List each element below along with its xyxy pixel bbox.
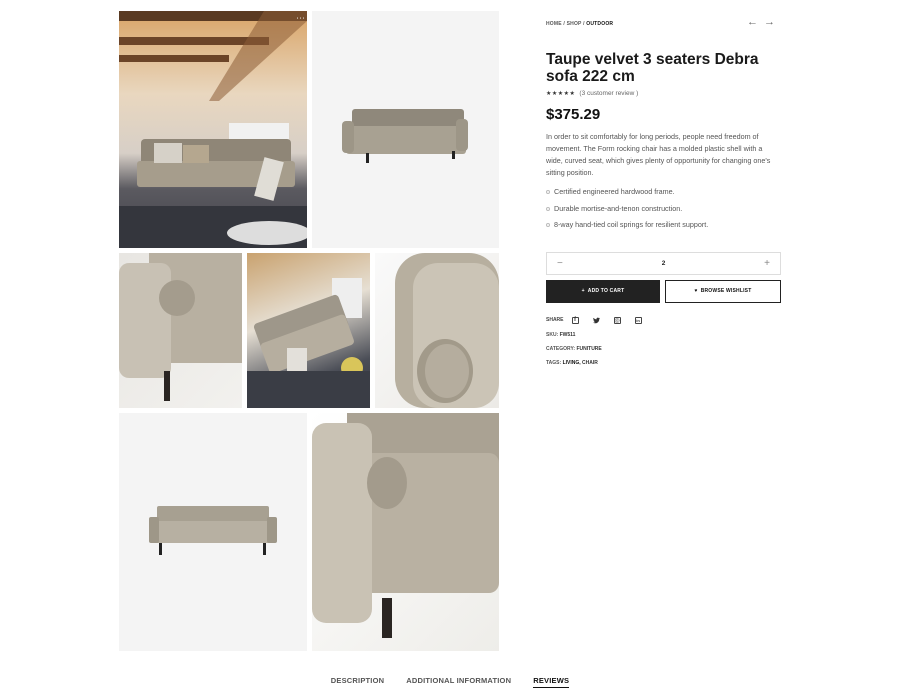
tab-description[interactable]: DESCRIPTION bbox=[331, 676, 384, 688]
tags-row: TAGS: LIVING, CHAIR bbox=[546, 360, 781, 366]
sku-value: FW511 bbox=[559, 331, 576, 338]
product-title: Taupe velvet 3 seaters Debra sofa 222 cm bbox=[546, 51, 759, 85]
prev-arrow-icon[interactable]: ← bbox=[747, 16, 764, 28]
feature-item: Certified engineered hardwood frame. bbox=[546, 184, 781, 201]
browse-wishlist-label: BROWSE WISHLIST bbox=[700, 288, 752, 294]
bullet-icon bbox=[546, 206, 550, 211]
feature-item: 8-way hand-tied coil springs for resilie… bbox=[546, 217, 781, 234]
gallery-image-sofa-room[interactable] bbox=[247, 253, 370, 408]
feature-text: Durable mortise-and-tenon construction. bbox=[554, 203, 683, 213]
quantity-input[interactable]: 2 bbox=[662, 260, 666, 267]
twitter-icon[interactable] bbox=[592, 317, 600, 324]
feature-list: Certified engineered hardwood frame. Dur… bbox=[546, 184, 781, 234]
bullet-icon bbox=[546, 190, 550, 195]
product-gallery: ⋯ bbox=[119, 11, 499, 651]
star-rating-icon: ★★★★★ bbox=[546, 91, 576, 97]
bullet-icon bbox=[546, 223, 550, 228]
instagram-icon[interactable]: ◎ bbox=[613, 316, 621, 324]
category-link[interactable]: FUNITURE bbox=[576, 346, 601, 352]
gallery-image-living-room[interactable]: ⋯ bbox=[119, 11, 307, 248]
heart-icon: ♥ bbox=[694, 288, 698, 294]
expand-icon[interactable]: ⋯ bbox=[296, 13, 305, 24]
breadcrumb-current: OUTDOOR bbox=[586, 21, 614, 27]
quantity-increase-button[interactable]: + bbox=[764, 258, 770, 269]
tag-link-chair[interactable]: CHAIR bbox=[582, 360, 598, 366]
product-summary: HOME / SHOP / OUTDOOR ←→ Taupe velvet 3 … bbox=[546, 16, 781, 366]
product-description: In order to sit comfortably for long per… bbox=[546, 132, 771, 177]
tag-link-living[interactable]: LIVING, bbox=[563, 360, 581, 366]
gallery-image-seat-closeup[interactable] bbox=[312, 413, 499, 651]
add-to-cart-button[interactable]: + ADD TO CART bbox=[546, 279, 660, 303]
quantity-decrease-button[interactable]: − bbox=[557, 258, 563, 269]
category-row: CATEGORY: FUNITURE bbox=[546, 346, 781, 352]
browse-wishlist-button[interactable]: ♥ BROWSE WISHLIST bbox=[665, 279, 781, 303]
breadcrumb-home[interactable]: HOME bbox=[546, 21, 562, 27]
feature-text: 8-way hand-tied coil springs for resilie… bbox=[554, 220, 709, 229]
product-nav: ←→ bbox=[747, 16, 781, 28]
product-price: $375.29 bbox=[546, 106, 601, 123]
next-arrow-icon[interactable]: → bbox=[764, 16, 781, 28]
sku-label: SKU: bbox=[546, 331, 559, 338]
review-link[interactable]: (3 customer review ) bbox=[579, 90, 638, 97]
gallery-image-sofa-front[interactable] bbox=[119, 413, 307, 651]
breadcrumb: HOME / SHOP / OUTDOOR bbox=[546, 21, 614, 27]
add-to-cart-label: ADD TO CART bbox=[587, 288, 625, 294]
gallery-image-cushion-detail[interactable] bbox=[375, 253, 499, 408]
gallery-image-sofa-angle[interactable] bbox=[312, 11, 499, 248]
tags-label: TAGS: bbox=[546, 359, 562, 366]
tab-additional-information[interactable]: ADDITIONAL INFORMATION bbox=[406, 676, 511, 688]
tab-reviews[interactable]: REVIEWS bbox=[533, 676, 570, 688]
sku-row: SKU: FW511 bbox=[546, 332, 781, 338]
facebook-icon[interactable]: f bbox=[571, 316, 579, 324]
product-rating: ★★★★★ (3 customer review ) bbox=[546, 90, 781, 97]
feature-text: Certified engineered hardwood frame. bbox=[554, 187, 675, 196]
quantity-stepper: − 2 + bbox=[546, 251, 781, 275]
share-label: SHARE bbox=[546, 317, 564, 323]
product-actions: + ADD TO CART ♥ BROWSE WISHLIST bbox=[546, 279, 781, 303]
share-bar: SHARE f ◎ in bbox=[546, 316, 781, 324]
gallery-image-armrest-detail[interactable] bbox=[119, 253, 242, 408]
category-label: CATEGORY: bbox=[546, 345, 576, 352]
breadcrumb-shop[interactable]: SHOP bbox=[567, 21, 582, 27]
plus-icon: + bbox=[581, 288, 585, 294]
feature-item: Durable mortise-and-tenon construction. bbox=[546, 201, 781, 218]
linkedin-icon[interactable]: in bbox=[634, 316, 642, 324]
product-tabs: DESCRIPTION ADDITIONAL INFORMATION REVIE… bbox=[0, 676, 900, 688]
